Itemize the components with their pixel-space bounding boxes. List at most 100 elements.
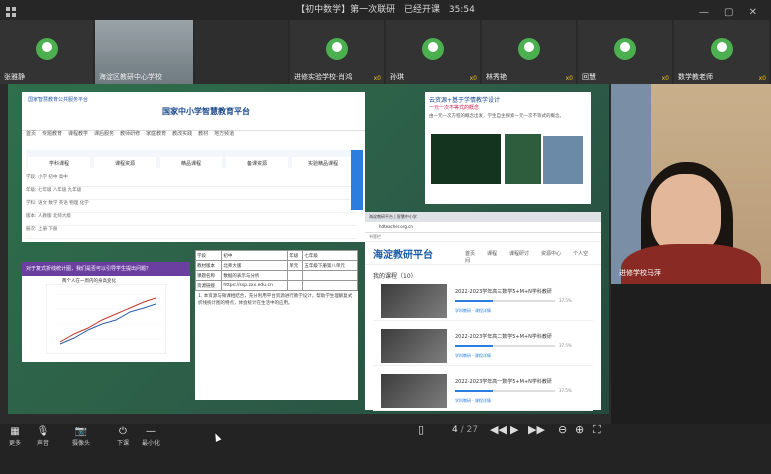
participant-name: 林秀艳 [486,73,507,81]
course-links[interactable]: 学科教研 · 课程详情 [455,353,491,359]
app-menu-icon[interactable] [6,5,18,17]
platform-nav-item[interactable]: 教材 [198,130,208,137]
doc-cell [302,270,358,281]
more-button[interactable]: ▦ 更多 [2,426,28,447]
course-item[interactable]: 2022-2023学年高二数学5+M+N学科教研 37.5% 学科教研 · 课程详情 [373,329,593,366]
page-indicator: 4 / 27 [452,425,478,435]
platform-nav-item[interactable]: 课后服务 [94,130,114,137]
platform-card[interactable]: 学科课程 [28,157,90,171]
course-links[interactable]: 学科教研 · 课程详情 [455,308,491,314]
course-percent: 37.5% [559,298,572,303]
platform-nav-item[interactable]: 教师研修 [120,130,140,137]
platform-filter-row[interactable]: 册次: 上册 下册 [26,226,356,239]
browser-url[interactable]: hdteacher.org.cn [365,222,601,233]
participant-tile[interactable]: 数学教老师 x0 [674,20,769,84]
doc-cell: 五年级下册第八单元 [302,260,358,271]
course-item[interactable]: 2022-2023学年高一数学5+M+N学科教研 37.5% 学科教研 · 课程详情 [373,374,593,411]
next-page-icon[interactable]: ▶▶ [528,423,545,436]
reward-badge: x0 [469,75,477,82]
fullscreen-icon[interactable]: ⛶ [593,423,601,437]
site-menu-item[interactable]: 首页 [465,251,475,257]
avatar-icon [614,38,636,60]
participants-strip: 张雅静 海淀区教研中心学校 进修实验学校·肖鸿 x0 孙琪 x0 林秀艳 x0 回慧 x0 数学教老… [0,20,771,84]
grid-icon: ▦ [10,426,20,437]
course-title[interactable]: 2022-2023学年高三数学5+M+N学科教研 [455,288,552,295]
platform-cards: 学科课程 课程资源 精品课程 备课资源 实验精品课程 [26,150,361,171]
participant-name: 回慧 [582,73,596,81]
browser-tabs[interactable]: 海淀教研平台 | 智慧中小学 [365,212,601,222]
browser-window: 海淀教研平台 | 智慧中小学 hdteacher.org.cn 书签栏 海淀教研… [365,212,601,411]
platform-nav-item[interactable]: 家庭教育 [146,130,166,137]
end-class-button[interactable]: ⏻ 下课 [110,426,136,447]
site-menu-item[interactable]: 课程 [487,251,497,257]
reward-badge: x0 [661,75,669,82]
platform-filter-row[interactable]: 版本: 人教版 北师大版 [26,213,356,226]
avatar-icon [35,38,58,60]
zoom-out-icon[interactable]: ⊖ [558,423,567,436]
participant-tile[interactable]: 孙琪 x0 [386,20,480,84]
participant-name: 海淀区教研中心学校 [99,73,162,81]
participant-tile[interactable]: 林秀艳 x0 [482,20,576,84]
design-title: 云资源+基于学情教学设计 [429,97,501,104]
platform-card[interactable]: 实验精品课程 [292,157,354,171]
doc-cell: 资源链接 [194,280,223,291]
course-thumbnail[interactable] [381,329,447,363]
participant-tile[interactable]: 张雅静 [0,20,93,84]
doc-cell: 数据的表示与分析 [221,270,289,281]
panel-toggle-icon[interactable]: ▯ [418,423,424,436]
platform-filter-row[interactable]: 年级: 七年级 八年级 九年级 [26,187,356,200]
speaker-video: 进修学校马萍 [611,84,771,284]
platform-nav-item[interactable]: 教改实践 [172,130,192,137]
speaker-label: 进修学校马萍 [619,269,661,277]
course-title[interactable]: 2022-2023学年高一数学5+M+N学科教研 [455,378,552,385]
platform-card[interactable]: 课程资源 [94,157,156,171]
platform-nav-item[interactable]: 专题教育 [42,130,62,137]
platform-logo: 国家智慧教育公共服务平台 [28,97,89,103]
classroom-image [505,134,541,184]
doc-row: 资源链接 https://ssp.zxx.edu.cn [194,280,358,291]
doc-cell: 初中 [221,250,289,261]
audio-button[interactable]: 🎙 声音 [30,426,56,447]
prev-page-icon[interactable]: ◀◀ [490,423,507,436]
platform-card[interactable]: 备课资源 [226,157,288,171]
platform-nav-item[interactable]: 首页 [26,130,36,137]
doc-cell: 课题名称 [194,270,223,281]
platform-filter-row[interactable]: 学科: 语文 数学 英语 物理 化学 [26,200,356,213]
design-text: 由一元一次方程的概念出发，学生自主探索一元一次不等式的概念。 [429,114,564,119]
course-progress [455,345,555,347]
course-thumbnail[interactable] [381,374,447,408]
participant-tile[interactable]: 回慧 x0 [578,20,672,84]
bookmarks-bar[interactable]: 书签栏 [365,233,601,242]
lesson-doc: 学段 初中 年级 七年级 教材版本 北师大版 单元 五年级下册第八单元 课题名称 数据的表示与分析… [194,250,358,400]
site-menu-item[interactable]: 资源中心 [541,251,561,257]
participant-tile[interactable]: 海淀区教研中心学校 [95,20,193,84]
course-thumbnail[interactable] [381,284,447,318]
doc-row: 课题名称 数据的表示与分析 [194,270,358,281]
participant-tile[interactable]: 进修实验学校·肖鸿 x0 [290,20,384,84]
title-bar: 【初中数学】第一次联研 已经开课 35:54 — ▢ ✕ [0,0,771,20]
doc-cell: 年级 [287,250,304,261]
platform-card[interactable]: 精品课程 [160,157,222,171]
platform-nav-item[interactable]: 地方频道 [214,130,234,137]
page-current[interactable]: 4 [452,425,458,435]
zoom-in-icon[interactable]: ⊕ [575,423,584,436]
course-links[interactable]: 学科教研 · 课程详情 [455,398,491,404]
minus-icon: — [146,426,156,437]
participant-tile[interactable] [195,20,288,84]
course-item[interactable]: 2022-2023学年高三数学5+M+N学科教研 37.5% 学科教研 · 课程详情 [373,284,593,321]
platform-filters: 学段: 小学 初中 高中 年级: 七年级 八年级 九年级 学科: 语文 数学 英语 … [26,174,356,239]
play-icon[interactable]: ▶ [510,423,518,436]
page-total: / 27 [460,425,478,435]
camera-button[interactable]: 📷 摄像头 [68,426,94,447]
minimize-button[interactable]: — 最小化 [138,426,164,447]
doc-cell: 北师大版 [221,260,289,271]
course-title[interactable]: 2022-2023学年高二数学5+M+N学科教研 [455,333,552,340]
site-menu-item[interactable]: 课程研讨 [509,251,529,257]
avatar-icon [326,38,348,60]
camera-icon: 📷 [74,426,88,437]
participant-name: 数学教老师 [678,73,713,81]
platform-nav-item[interactable]: 课程教学 [68,130,88,137]
platform-filter-row[interactable]: 学段: 小学 初中 高中 [26,174,356,187]
site-brand[interactable]: 海淀教研平台 [373,246,433,261]
platform-side-panel [351,150,363,210]
